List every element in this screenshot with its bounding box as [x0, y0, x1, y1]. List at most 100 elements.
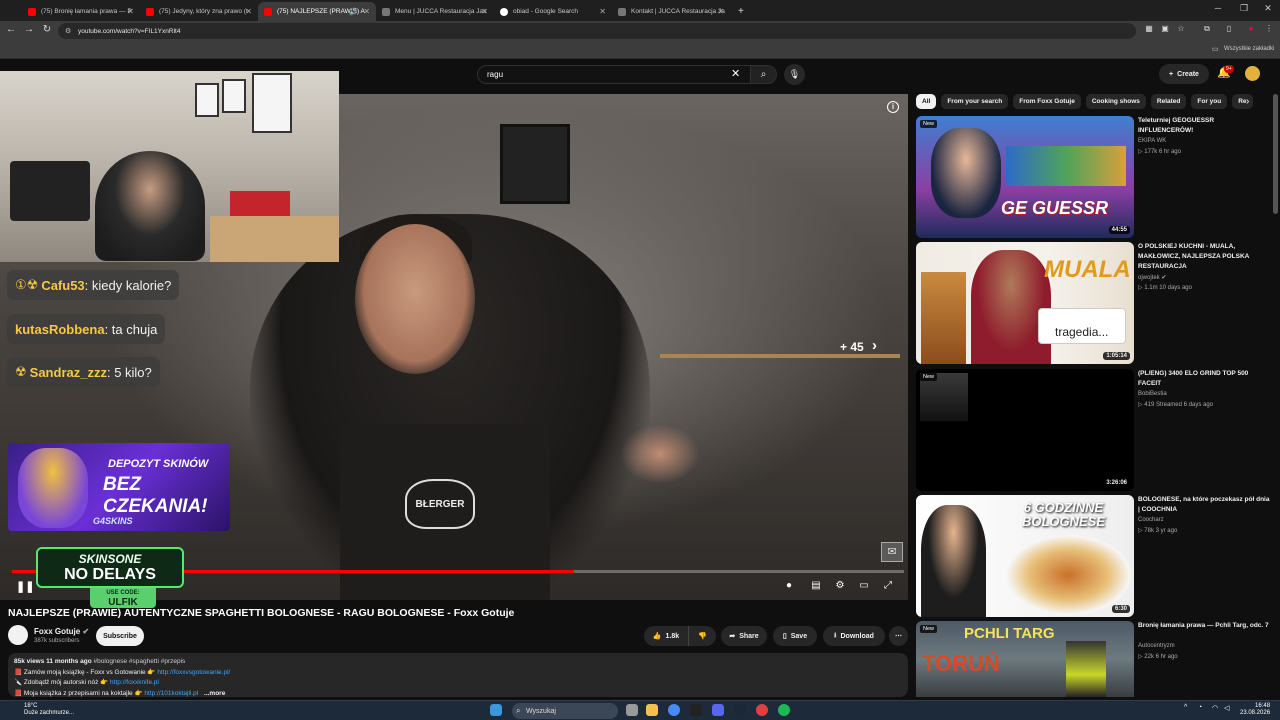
close-tab-icon[interactable]: ✕	[127, 7, 134, 16]
video-title[interactable]: (PL/ENG) 3400 ELO GRIND TOP 500 FACEIT	[1138, 369, 1270, 389]
volume-icon[interactable]: ◁	[1224, 704, 1232, 716]
app-icon[interactable]	[690, 704, 702, 716]
browser-tab[interactable]: Kontakt | JUCCA Restauracja Ja ✕	[612, 2, 730, 21]
page-scrollbar[interactable]	[1273, 94, 1278, 214]
voice-search-button[interactable]: 🎙	[784, 64, 805, 85]
translate-icon[interactable]: ▦	[1142, 24, 1156, 33]
clear-search-icon[interactable]: ✕	[731, 67, 740, 80]
autoplay-toggle-icon[interactable]: ●	[781, 580, 797, 591]
video-channel[interactable]: ojwojtek ✔	[1138, 274, 1166, 281]
more-actions-button[interactable]: ⋯	[889, 626, 908, 646]
search-button[interactable]: ⌕	[750, 65, 777, 84]
close-tab-icon[interactable]: ✕	[363, 7, 370, 16]
chrome-icon[interactable]	[668, 704, 680, 716]
steam-icon[interactable]	[734, 704, 746, 716]
browser-tab[interactable]: (75) Bronię łamania prawa — P ✕	[22, 2, 140, 21]
discord-icon[interactable]	[712, 704, 724, 716]
subtitles-icon[interactable]: ▤	[808, 580, 824, 591]
chevron-right-icon[interactable]: ›	[872, 337, 877, 354]
download-button[interactable]: ⭳ Download	[823, 626, 885, 646]
description-link[interactable]: http://101koktajli.pl	[144, 690, 198, 697]
recommended-video[interactable]: New 3:26:06 (PL/ENG) 3400 ELO GRIND TOP …	[916, 369, 1270, 491]
video-thumbnail[interactable]: 6 GODZINNE BOLOGNESE 6:30	[916, 495, 1134, 617]
extensions-puzzle-icon[interactable]: ⧉	[1200, 24, 1214, 34]
video-thumbnail[interactable]: MUALA tragedia... 1:05:14	[916, 242, 1134, 364]
sidepanel-icon[interactable]: ▯	[1222, 24, 1236, 33]
close-window-button[interactable]: ✕	[1258, 3, 1278, 14]
video-thumbnail[interactable]: New 3:26:06	[916, 369, 1134, 491]
subscribe-button[interactable]: Subscribe	[96, 626, 144, 646]
windows-start-icon[interactable]	[490, 704, 502, 716]
browser-tab[interactable]: Menu | JUCCA Restauracja Jas ✕	[376, 2, 494, 21]
chips-next-icon[interactable]: ›	[1246, 96, 1249, 107]
recommended-video[interactable]: PCHLI TARG TORUŃ New Bronię łamania praw…	[916, 621, 1270, 697]
profile-icon[interactable]: ●	[1244, 24, 1258, 33]
save-button[interactable]: ▯ Save	[773, 626, 817, 646]
app-icon[interactable]	[756, 704, 768, 716]
video-title[interactable]: BOLOGNESE, na które poczekasz pół dnia |…	[1138, 495, 1270, 515]
wifi-icon[interactable]: ◠	[1212, 704, 1220, 716]
dislike-button[interactable]: 👎	[688, 626, 716, 646]
video-channel[interactable]: Autocentryzm	[1138, 643, 1175, 649]
forward-icon[interactable]: →	[22, 24, 36, 35]
share-button[interactable]: ➦ Share	[721, 626, 767, 646]
settings-gear-icon[interactable]: ⚙	[832, 580, 848, 591]
account-avatar[interactable]	[1245, 66, 1260, 81]
address-bar[interactable]: ⚙ youtube.com/watch?v=FIL1YxnRlt4	[58, 23, 1136, 39]
extension-icon[interactable]: ▣	[1158, 24, 1172, 33]
maximize-window-button[interactable]: ❐	[1234, 3, 1254, 14]
new-tab-button[interactable]: +	[732, 2, 748, 21]
create-button[interactable]: + Create	[1159, 64, 1209, 84]
reload-icon[interactable]: ↻	[40, 24, 54, 35]
audio-playing-icon[interactable]: 🔊	[349, 8, 358, 16]
envelope-icon[interactable]: ✉	[881, 542, 903, 562]
close-tab-icon[interactable]: ✕	[245, 7, 252, 16]
video-channel[interactable]: BobiBestia	[1138, 391, 1167, 397]
recommended-video[interactable]: GE GUESSR New 44:55 Teleturniej GEOGUESS…	[916, 116, 1270, 238]
task-view-icon[interactable]	[626, 704, 638, 716]
recommended-video[interactable]: MUALA tragedia... 1:05:14 O POLSKIEJ KUC…	[916, 242, 1270, 364]
chip-from-channel[interactable]: From Foxx Gotuje	[1013, 94, 1081, 109]
video-title[interactable]: O POLSKIEJ KUCHNI - MUALA, MAKŁOWICZ, NA…	[1138, 242, 1270, 272]
browser-tab[interactable]: (75) Jedyny, który zna prawo (t ✕	[140, 2, 258, 21]
pause-icon[interactable]: ❚❚	[16, 580, 34, 593]
all-bookmarks-link[interactable]: Wszystkie zakładki	[1224, 46, 1274, 52]
theater-mode-icon[interactable]: ▭	[856, 580, 872, 591]
chip-all[interactable]: All	[916, 94, 937, 109]
bookmark-star-icon[interactable]: ☆	[1174, 24, 1188, 33]
chip-related[interactable]: Related	[1150, 94, 1187, 109]
weather-widget[interactable]: 18°C Duże zachmurze...	[10, 703, 74, 717]
chip-cooking-shows[interactable]: Cooking shows	[1085, 94, 1146, 109]
minimize-window-button[interactable]: ─	[1208, 3, 1228, 13]
close-tab-icon[interactable]: ✕	[599, 7, 606, 16]
channel-name[interactable]: Foxx Gotuje ✔	[34, 627, 89, 636]
spotify-icon[interactable]	[778, 704, 790, 716]
browser-tab[interactable]: obiad - Google Search ✕	[494, 2, 612, 21]
show-more-link[interactable]: ...more	[204, 690, 225, 697]
chip-for-you[interactable]: For you	[1191, 94, 1228, 109]
info-icon[interactable]: i	[887, 101, 899, 113]
browser-menu-icon[interactable]: ⋮	[1262, 24, 1276, 33]
video-thumbnail[interactable]: GE GUESSR New 44:55	[916, 116, 1134, 238]
chip-from-your-search[interactable]: From your search	[941, 94, 1009, 109]
close-tab-icon[interactable]: ✕	[717, 7, 724, 16]
taskbar-search[interactable]: ⌕ Wyszukaj	[512, 703, 618, 719]
close-tab-icon[interactable]: ✕	[481, 7, 488, 16]
clock[interactable]: 16:48 23.08.2026	[1240, 703, 1270, 717]
like-button[interactable]: 👍 1.8k	[644, 626, 688, 646]
video-title[interactable]: Teleturniej GEOGUESSR INFLUENCERÓW!	[1138, 116, 1270, 136]
video-thumbnail[interactable]: PCHLI TARG TORUŃ New	[916, 621, 1134, 697]
description-link[interactable]: http://foxxknife.pl	[110, 679, 159, 686]
video-channel[interactable]: Coocharz	[1138, 517, 1164, 523]
search-input[interactable]: ragu	[477, 65, 751, 84]
description-link[interactable]: http://foxxvsgotowanie.pl/	[157, 669, 230, 676]
network-icon[interactable]: ◔	[1198, 704, 1206, 716]
video-description[interactable]: 85k views 11 months ago #bolognese #spag…	[8, 653, 908, 697]
video-channel[interactable]: EKIPA WK	[1138, 138, 1166, 144]
chip-partial[interactable]: Re	[1232, 94, 1253, 109]
end-card-count[interactable]: + 45	[840, 340, 864, 354]
file-explorer-icon[interactable]	[646, 704, 658, 716]
tray-chevron-icon[interactable]: ^	[1184, 704, 1192, 716]
channel-avatar[interactable]	[8, 625, 28, 645]
back-icon[interactable]: ←	[4, 24, 18, 35]
